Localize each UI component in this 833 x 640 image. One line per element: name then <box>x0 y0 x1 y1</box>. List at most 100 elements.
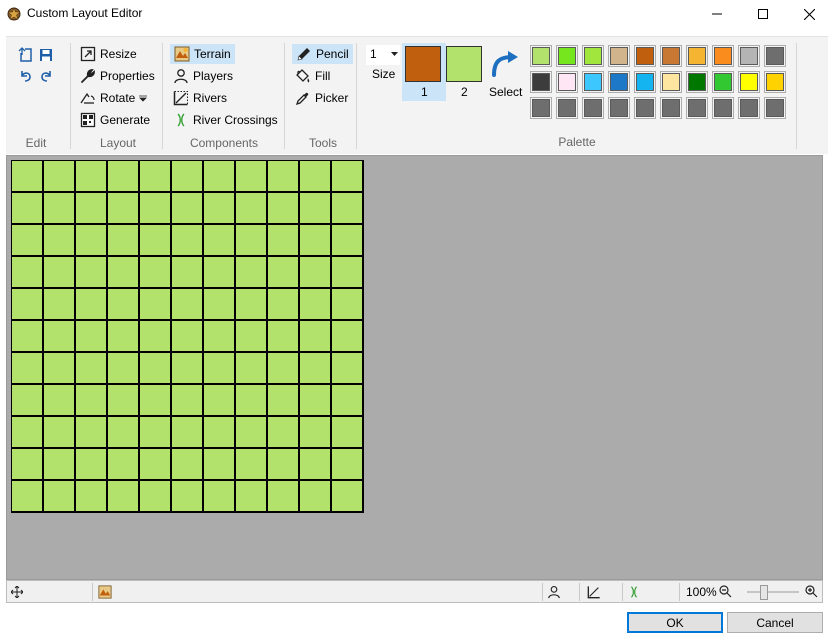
map-tile[interactable] <box>12 257 44 289</box>
map-tile[interactable] <box>300 321 332 353</box>
map-tile[interactable] <box>12 481 44 513</box>
zoom-slider-track[interactable] <box>747 591 799 593</box>
map-tile[interactable] <box>140 289 172 321</box>
map-tile[interactable] <box>300 481 332 513</box>
map-tile[interactable] <box>172 225 204 257</box>
map-tile[interactable] <box>268 417 300 449</box>
players-button[interactable]: Players <box>170 66 236 86</box>
palette-swatch[interactable] <box>608 45 630 67</box>
map-tile[interactable] <box>268 353 300 385</box>
map-tile[interactable] <box>12 385 44 417</box>
close-button[interactable] <box>786 0 832 28</box>
map-tile[interactable] <box>44 449 76 481</box>
map-tile[interactable] <box>172 353 204 385</box>
pencil-button[interactable]: Pencil <box>292 44 353 64</box>
map-tile[interactable] <box>236 353 268 385</box>
map-tile[interactable] <box>268 385 300 417</box>
map-tile[interactable] <box>268 481 300 513</box>
map-tile[interactable] <box>300 385 332 417</box>
map-tile[interactable] <box>204 161 236 193</box>
zoom-in-button[interactable] <box>805 581 818 602</box>
resize-button[interactable]: Resize <box>77 44 140 64</box>
map-tile[interactable] <box>268 161 300 193</box>
map-tile[interactable] <box>44 385 76 417</box>
map-tile[interactable] <box>12 353 44 385</box>
map-tile[interactable] <box>204 257 236 289</box>
map-tile[interactable] <box>44 481 76 513</box>
generate-button[interactable]: Generate <box>77 110 153 130</box>
map-tile[interactable] <box>332 481 364 513</box>
map-tile[interactable] <box>76 193 108 225</box>
map-tile[interactable] <box>44 321 76 353</box>
map-tile[interactable] <box>332 257 364 289</box>
palette-swatch[interactable] <box>530 71 552 93</box>
river-crossings-button[interactable]: River Crossings <box>170 110 281 130</box>
map-tile[interactable] <box>108 161 140 193</box>
map-tile[interactable] <box>108 385 140 417</box>
rotate-button[interactable]: Rotate <box>77 88 150 108</box>
map-tile[interactable] <box>108 417 140 449</box>
map-tile[interactable] <box>140 481 172 513</box>
map-tile[interactable] <box>172 289 204 321</box>
maximize-button[interactable] <box>740 0 786 28</box>
map-tile[interactable] <box>44 417 76 449</box>
map-tile[interactable] <box>204 289 236 321</box>
map-tile[interactable] <box>268 289 300 321</box>
palette-swatch[interactable] <box>530 45 552 67</box>
map-tile[interactable] <box>236 225 268 257</box>
map-tile[interactable] <box>76 289 108 321</box>
map-tile[interactable] <box>332 193 364 225</box>
palette-swatch[interactable] <box>686 45 708 67</box>
palette-swatch[interactable] <box>660 45 682 67</box>
palette-swatch[interactable] <box>582 97 604 119</box>
map-tile[interactable] <box>332 225 364 257</box>
map-tile[interactable] <box>300 449 332 481</box>
map-tile[interactable] <box>172 417 204 449</box>
palette-swatch[interactable] <box>738 45 760 67</box>
map-tile[interactable] <box>76 353 108 385</box>
map-tile[interactable] <box>204 225 236 257</box>
map-tile[interactable] <box>76 449 108 481</box>
map-tile[interactable] <box>44 193 76 225</box>
map-tile[interactable] <box>172 385 204 417</box>
zoom-slider-thumb[interactable] <box>760 585 768 600</box>
map-tile[interactable] <box>332 321 364 353</box>
palette-swatch[interactable] <box>634 71 656 93</box>
map-tile[interactable] <box>332 449 364 481</box>
map-tile[interactable] <box>332 385 364 417</box>
map-tile[interactable] <box>236 161 268 193</box>
map-tile[interactable] <box>268 321 300 353</box>
palette-swatch[interactable] <box>556 45 578 67</box>
map-tile[interactable] <box>108 289 140 321</box>
palette-swatch[interactable] <box>712 45 734 67</box>
map-tile[interactable] <box>140 193 172 225</box>
map-tile[interactable] <box>76 481 108 513</box>
map-tile[interactable] <box>204 417 236 449</box>
map-tile[interactable] <box>108 449 140 481</box>
map-tile[interactable] <box>204 481 236 513</box>
map-tile[interactable] <box>204 193 236 225</box>
map-tile[interactable] <box>140 321 172 353</box>
map-tile[interactable] <box>300 417 332 449</box>
map-tile[interactable] <box>300 161 332 193</box>
palette-swatch[interactable] <box>556 71 578 93</box>
palette-swatch[interactable] <box>634 45 656 67</box>
map-tile[interactable] <box>300 225 332 257</box>
primary-color-slot[interactable]: 1 <box>402 43 446 101</box>
map-tile[interactable] <box>268 449 300 481</box>
map-tile[interactable] <box>140 353 172 385</box>
map-tile[interactable] <box>12 289 44 321</box>
redo-button[interactable] <box>36 66 56 86</box>
map-tile[interactable] <box>140 161 172 193</box>
palette-swatch[interactable] <box>738 71 760 93</box>
cancel-button[interactable]: Cancel <box>727 612 823 633</box>
palette-swatch[interactable] <box>582 45 604 67</box>
map-tile[interactable] <box>76 385 108 417</box>
map-tile[interactable] <box>76 257 108 289</box>
map-tile[interactable] <box>76 161 108 193</box>
map-tile[interactable] <box>12 225 44 257</box>
map-tile[interactable] <box>236 321 268 353</box>
palette-swatch[interactable] <box>712 71 734 93</box>
map-tile[interactable] <box>76 225 108 257</box>
map-tile[interactable] <box>140 449 172 481</box>
